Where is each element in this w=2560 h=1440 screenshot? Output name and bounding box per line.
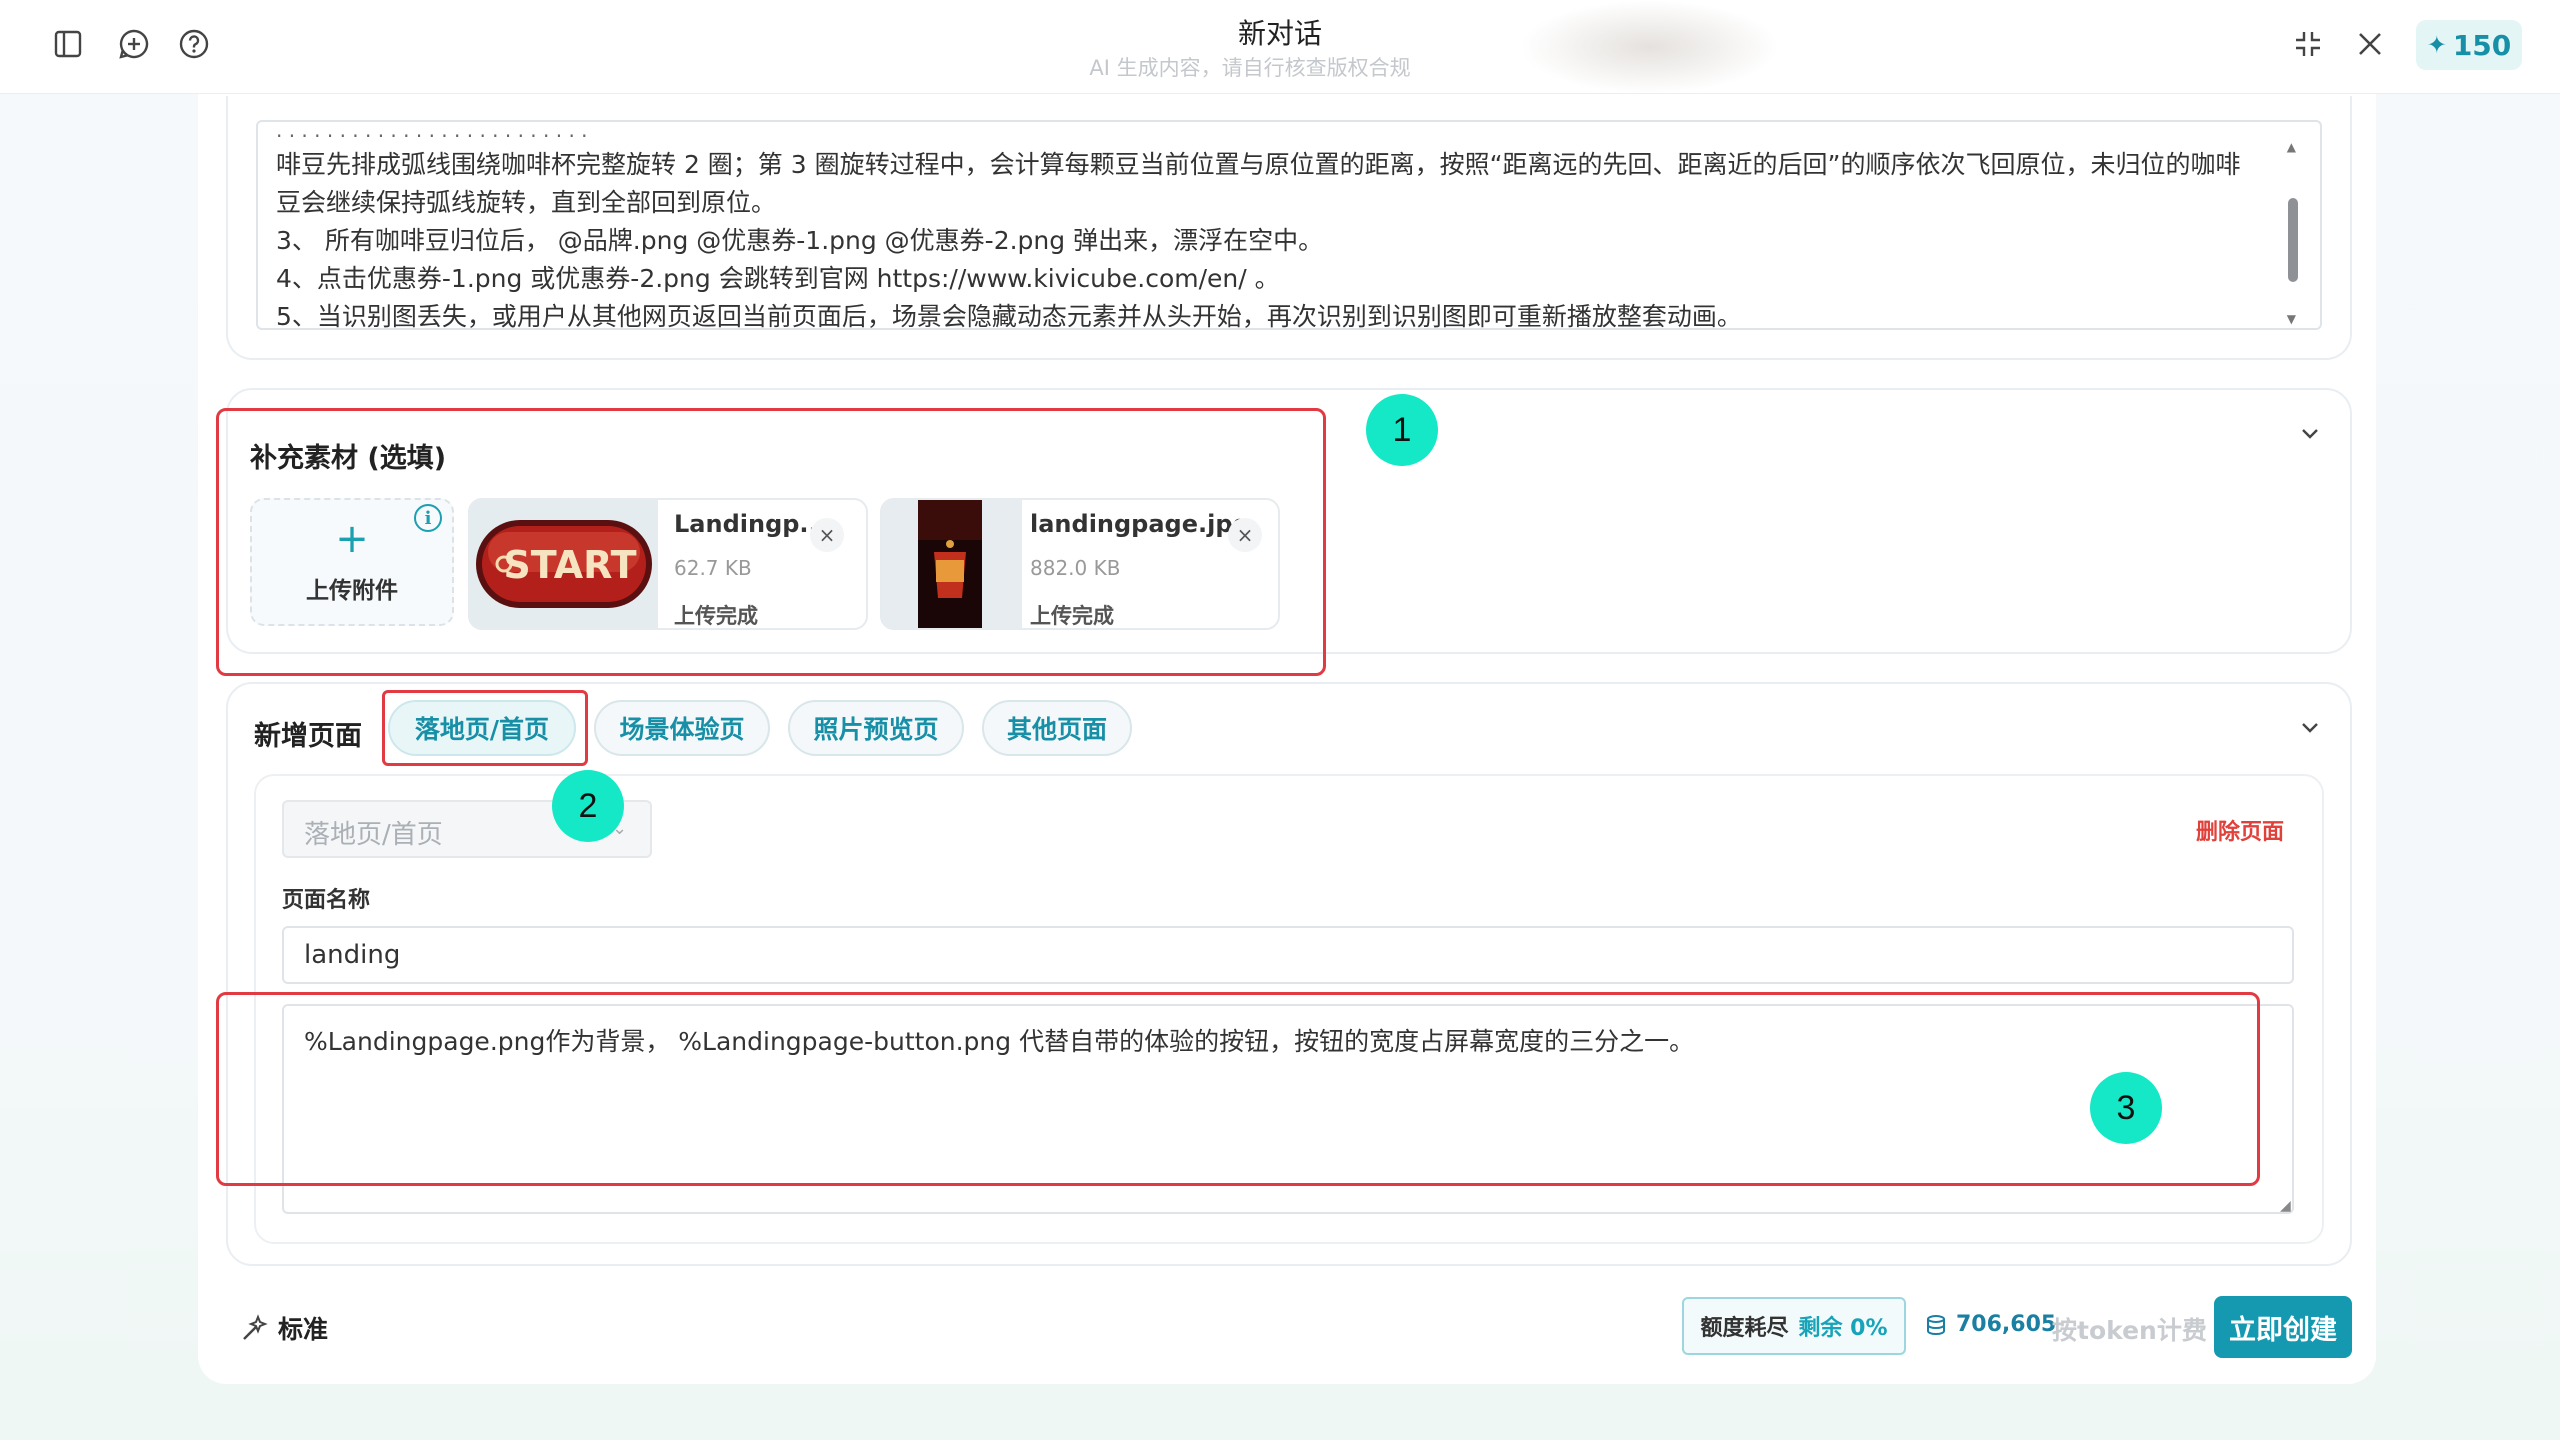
token-count: 706,605 [1956, 1312, 2057, 1337]
page-name-label: 页面名称 [282, 888, 371, 913]
credits-value: 150 [2452, 28, 2512, 62]
delete-page-button[interactable]: 删除页面 [2196, 814, 2284, 846]
description-line: 4、点击优惠券-1.png 或优惠券-2.png 会跳转到官网 https://… [276, 264, 1280, 293]
create-now-button[interactable]: 立即创建 [2214, 1296, 2352, 1358]
annotation-badge-3: 3 [2090, 1072, 2162, 1144]
credits-badge[interactable]: ✦ 150 [2416, 20, 2522, 70]
tab-photo-preview[interactable]: 照片预览页 [788, 700, 964, 756]
quota-label: 额度耗尽 [1700, 1316, 1789, 1341]
scroll-down-icon[interactable]: ▼ [2287, 300, 2296, 328]
description-clipped-line: · · · · · · · · · · · · · · · · · · · · … [276, 126, 588, 146]
chevron-down-icon[interactable] [2296, 420, 2324, 448]
new-page-title: 新增页面 [254, 721, 362, 752]
description-line: 5、当识别图丢失，或用户从其他网页返回当前页面后，场景会隐藏动态元素并从头开始，… [276, 302, 1742, 330]
minimize-icon[interactable] [2288, 24, 2328, 64]
tab-other-pages[interactable]: 其他页面 [982, 700, 1132, 756]
page-name-input[interactable]: landing [282, 926, 2294, 984]
annotation-box-2 [382, 690, 588, 766]
sparkle-icon: ✦ [2426, 31, 2447, 59]
annotation-badge-1: 1 [1366, 394, 1438, 466]
annotation-box-3 [216, 992, 2260, 1186]
quota-badge[interactable]: 额度耗尽 剩余 0% [1682, 1297, 1906, 1355]
chevron-down-icon[interactable] [2296, 714, 2324, 742]
scroll-up-icon[interactable]: ▲ [2287, 128, 2296, 166]
top-bar: 新对话 AI 生成内容，请自行核查版权合规 ✦ 150 [0, 0, 2560, 94]
description-line: 豆会继续保持弧线旋转，直到全部回到原位。 [276, 188, 777, 217]
token-balance: 706,605 [1924, 1312, 2056, 1337]
resize-handle-icon[interactable]: ◢ [2280, 1198, 2291, 1214]
mode-label: 标准 [278, 1315, 329, 1344]
page-subtitle: AI 生成内容，请自行核查版权合规 [1089, 56, 1411, 80]
magic-icon [243, 1314, 268, 1340]
page-title: 新对话 [1237, 17, 1322, 50]
description-line: 啡豆先排成弧线围绕咖啡杯完整旋转 2 圈；第 3 圈旋转过程中，会计算每颗豆当前… [276, 150, 2241, 179]
billing-mode: 按token计费 [2052, 1316, 2207, 1345]
description-textarea[interactable]: · · · · · · · · · · · · · · · · · · · · … [256, 120, 2322, 330]
annotation-box-1 [216, 408, 1326, 676]
quota-remaining: 剩余 0% [1798, 1316, 1888, 1341]
description-line: 3、 所有咖啡豆归位后， @品牌.png @优惠券-1.png @优惠券-2.p… [276, 226, 1324, 255]
tab-scene-experience[interactable]: 场景体验页 [594, 700, 770, 756]
coin-stack-icon [1927, 1314, 1945, 1335]
description-scrollbar[interactable] [2288, 198, 2298, 282]
close-icon[interactable] [2350, 24, 2390, 64]
annotation-badge-2: 2 [552, 770, 624, 842]
mode-selector[interactable]: 标准 [240, 1310, 328, 1346]
